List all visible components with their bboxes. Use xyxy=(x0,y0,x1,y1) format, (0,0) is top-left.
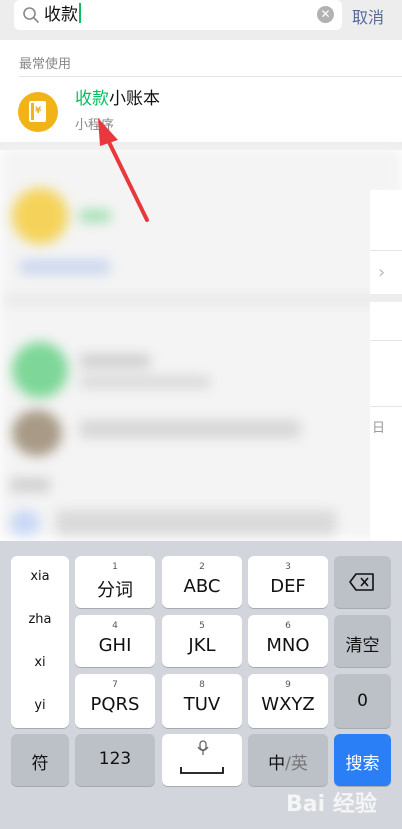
search-icon xyxy=(23,7,39,23)
search-query: 收款 xyxy=(44,2,81,28)
pinyin-candidate-list[interactable]: xia zha xi yi xyxy=(11,556,69,728)
side-char: 日 xyxy=(372,421,386,436)
search-bar: 收款 ✕ 取消 xyxy=(0,0,402,34)
key-8[interactable]: 8 TUV xyxy=(162,674,242,728)
key-7[interactable]: 7 PQRS xyxy=(75,674,155,728)
number-button[interactable]: 123 xyxy=(75,734,155,786)
clear-button[interactable]: 清空 xyxy=(334,615,391,667)
pinyin-candidate[interactable]: yi xyxy=(11,698,69,713)
ledger-app-icon: ¥ xyxy=(18,92,58,132)
key-9[interactable]: 9 WXYZ xyxy=(248,674,328,728)
search-button[interactable]: 搜索 xyxy=(334,734,391,786)
key-3[interactable]: 3 DEF xyxy=(248,556,328,608)
watermark: Bai 经验 xyxy=(286,792,377,817)
section-title-recent: 最常使用 xyxy=(19,57,72,72)
recent-section: 最常使用 xyxy=(0,40,402,142)
key-5[interactable]: 5 JKL xyxy=(162,615,242,667)
space-bar-icon xyxy=(180,767,224,774)
result-title: 收款小账本 xyxy=(75,89,160,109)
chevron-right-icon: › xyxy=(378,262,386,283)
space-button[interactable] xyxy=(162,734,242,786)
right-panel: › 日 xyxy=(370,190,402,540)
key-4[interactable]: 4 GHI xyxy=(75,615,155,667)
pinyin-candidate[interactable]: xia xyxy=(11,569,69,584)
key-1[interactable]: 1 分词 xyxy=(75,556,155,608)
microphone-icon xyxy=(197,740,209,755)
key-2[interactable]: 2 ABC xyxy=(162,556,242,608)
pinyin-candidate[interactable]: xi xyxy=(11,655,69,670)
pinyin-candidate[interactable]: zha xyxy=(11,612,69,627)
symbol-button[interactable]: 符 xyxy=(11,734,69,786)
backspace-icon xyxy=(349,573,374,591)
result-subtitle: 小程序 xyxy=(75,118,115,133)
cancel-button[interactable]: 取消 xyxy=(352,4,384,28)
backspace-button[interactable] xyxy=(334,556,391,608)
divider xyxy=(19,76,402,77)
language-toggle-button[interactable]: 中/英 xyxy=(248,734,328,786)
zero-button[interactable]: 0 xyxy=(334,674,391,728)
search-input[interactable]: 收款 ✕ xyxy=(14,0,342,30)
key-6[interactable]: 6 MNO xyxy=(248,615,328,667)
blurred-content xyxy=(0,148,402,538)
clear-icon[interactable]: ✕ xyxy=(317,6,334,23)
text-caret xyxy=(79,3,81,23)
